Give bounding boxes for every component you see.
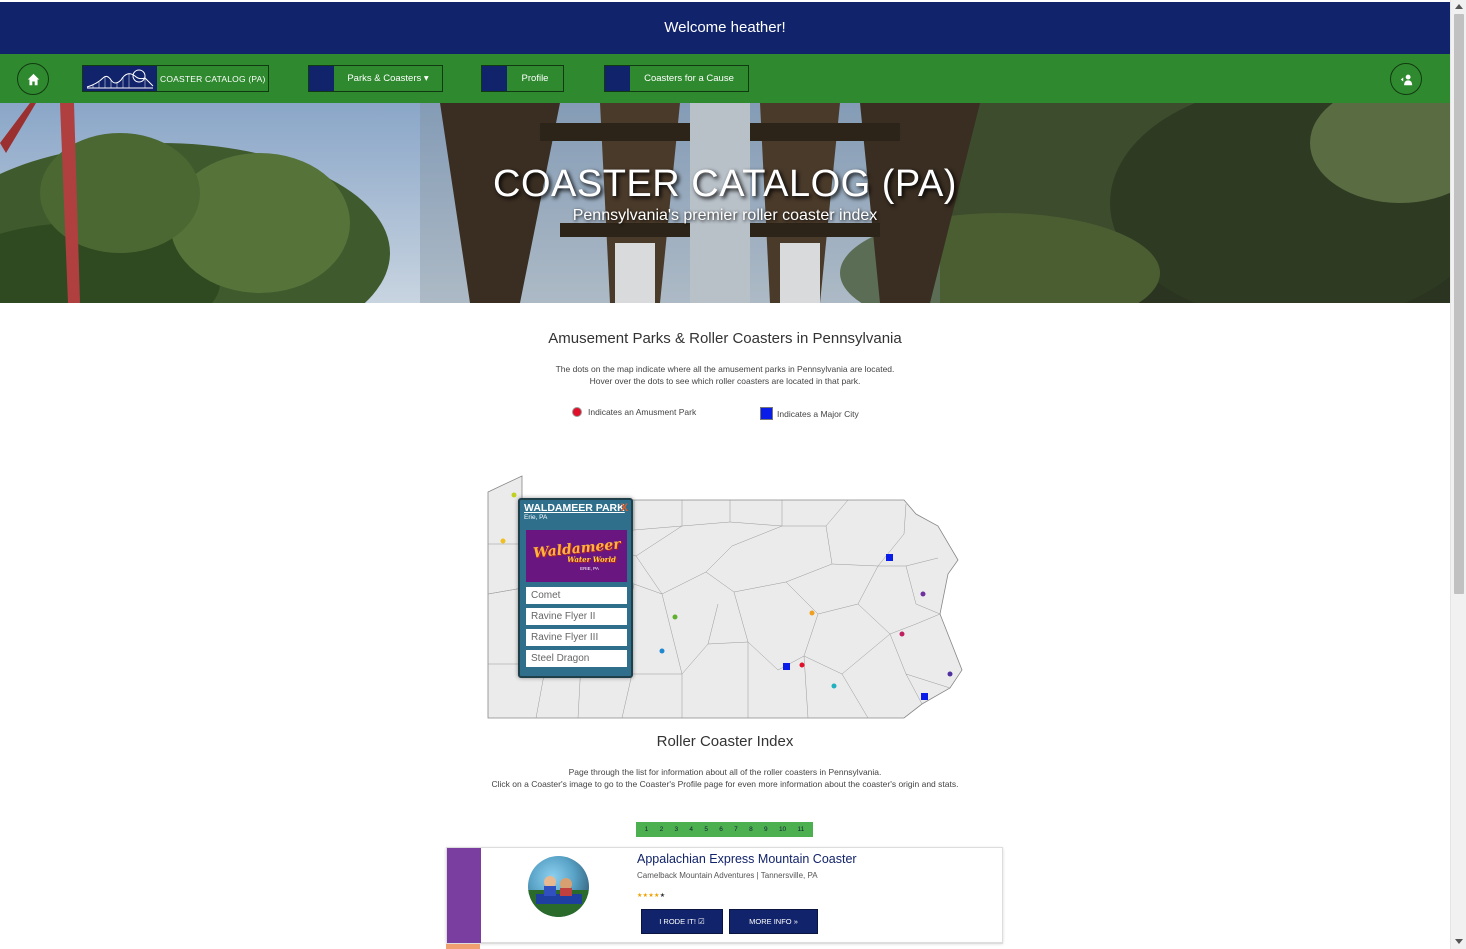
legend-city: Indicates a Major City	[760, 407, 859, 420]
coaster-card: Appalachian Express Mountain Coaster Cam…	[446, 847, 1003, 944]
city-square-icon	[760, 407, 773, 420]
page: Welcome heather! COASTER CATALOG (PA) Pa…	[0, 0, 1450, 949]
card-color-band	[446, 944, 480, 949]
page-link[interactable]: 4	[689, 826, 693, 833]
popup-close-button[interactable]: X	[621, 502, 628, 514]
nav-swatch	[482, 66, 507, 91]
card-color-band	[447, 848, 481, 944]
navbar: COASTER CATALOG (PA) Parks & Coasters ▾ …	[0, 54, 1450, 103]
user-logout-button[interactable]	[1390, 63, 1422, 95]
logo-text-line3: ERIE, PA	[580, 566, 599, 571]
nav-swatch	[309, 66, 334, 91]
page-link[interactable]: 5	[704, 826, 708, 833]
home-button[interactable]	[17, 63, 49, 95]
park-marker	[831, 683, 837, 689]
legend-park: Indicates an Amusment Park	[572, 407, 696, 417]
page-link[interactable]: 8	[749, 826, 753, 833]
index-description-line2: Click on a Coaster's image to go to the …	[491, 779, 959, 789]
coaster-photo	[528, 876, 589, 917]
city-marker	[783, 663, 790, 670]
hero-title: COASTER CATALOG (PA)	[493, 163, 957, 205]
index-section-title: Roller Coaster Index	[656, 733, 794, 750]
park-marker	[799, 662, 805, 668]
park-marker	[809, 610, 815, 616]
page-link[interactable]: 11	[797, 826, 804, 833]
nav-coasters-for-a-cause[interactable]: Coasters for a Cause	[604, 65, 749, 92]
pagination: 1 2 3 4 5 6 7 8 9 10 11	[636, 822, 813, 837]
page-link[interactable]: 3	[674, 826, 678, 833]
brand-link[interactable]: COASTER CATALOG (PA)	[82, 65, 269, 92]
map-section-title: Amusement Parks & Roller Coasters in Pen…	[548, 330, 902, 347]
user-exit-icon	[1400, 74, 1412, 85]
rating-stars: ★★★★★	[637, 892, 665, 899]
stars-filled: ★★★★	[637, 892, 660, 899]
park-marker	[659, 648, 665, 654]
home-icon	[27, 73, 39, 85]
nav-parks-coasters-label: Parks & Coasters ▾	[347, 73, 429, 84]
page-link[interactable]: 10	[779, 826, 786, 833]
nav-profile-label: Profile	[521, 73, 549, 84]
legend-city-label: Indicates a Major City	[777, 408, 859, 419]
nav-coasters-cause-label: Coasters for a Cause	[644, 73, 734, 84]
hero-subtitle: Pennsylvania's premier roller coaster in…	[572, 207, 878, 224]
popup-coaster-item[interactable]: Comet	[526, 587, 627, 604]
park-popup: WALDAMEER PARK X Erie, PA Waldameer Wate…	[518, 498, 633, 678]
more-info-button[interactable]: MORE INFO »	[729, 909, 818, 934]
city-marker	[886, 554, 893, 561]
next-coaster-card	[446, 943, 1003, 949]
index-description-line1: Page through the list for information ab…	[568, 767, 882, 777]
park-dot-icon	[572, 407, 582, 417]
popup-location: Erie, PA	[524, 514, 548, 521]
hero-banner: COASTER CATALOG (PA) Pennsylvania's prem…	[0, 103, 1450, 303]
popup-coaster-item[interactable]: Ravine Flyer II	[526, 608, 627, 625]
coaster-park-location: Camelback Mountain Adventures | Tannersv…	[637, 871, 818, 880]
coaster-title: Appalachian Express Mountain Coaster	[637, 852, 857, 866]
nav-profile[interactable]: Profile	[481, 65, 564, 92]
park-logo-image: Waldameer Water World ERIE, PA	[526, 530, 627, 582]
scroll-thumb[interactable]	[1454, 14, 1464, 594]
park-marker	[500, 538, 506, 544]
page-link[interactable]: 7	[734, 826, 738, 833]
nav-parks-coasters-dropdown[interactable]: Parks & Coasters ▾	[308, 65, 443, 92]
popup-coaster-item[interactable]: Steel Dragon	[526, 650, 627, 667]
legend-park-label: Indicates an Amusment Park	[588, 407, 697, 417]
park-marker	[920, 591, 926, 597]
nav-swatch	[605, 66, 630, 91]
stars-empty: ★	[659, 892, 666, 899]
scroll-up-arrow-icon[interactable]	[1455, 4, 1463, 9]
map-description-line2: Hover over the dots to see which roller …	[589, 376, 861, 386]
page-link[interactable]: 1	[645, 826, 649, 833]
coaster-image[interactable]	[528, 856, 589, 917]
scroll-down-arrow-icon[interactable]	[1455, 939, 1463, 944]
popup-coaster-item[interactable]: Ravine Flyer III	[526, 629, 627, 646]
park-marker	[672, 614, 678, 620]
park-marker	[511, 492, 517, 498]
city-marker	[921, 693, 928, 700]
vertical-scrollbar[interactable]	[1450, 0, 1466, 949]
brand-label: COASTER CATALOG (PA)	[160, 73, 266, 84]
park-marker	[947, 671, 953, 677]
page-link[interactable]: 2	[660, 826, 664, 833]
i-rode-it-button[interactable]: I RODE IT! ☑	[641, 909, 723, 934]
popup-park-name[interactable]: WALDAMEER PARK	[524, 502, 625, 514]
page-link[interactable]: 9	[764, 826, 768, 833]
coaster-logo-icon	[83, 66, 157, 91]
map-description-line1: The dots on the map indicate where all t…	[555, 364, 895, 374]
park-marker	[899, 631, 905, 637]
welcome-banner: Welcome heather!	[0, 2, 1450, 54]
page-link[interactable]: 6	[719, 826, 723, 833]
